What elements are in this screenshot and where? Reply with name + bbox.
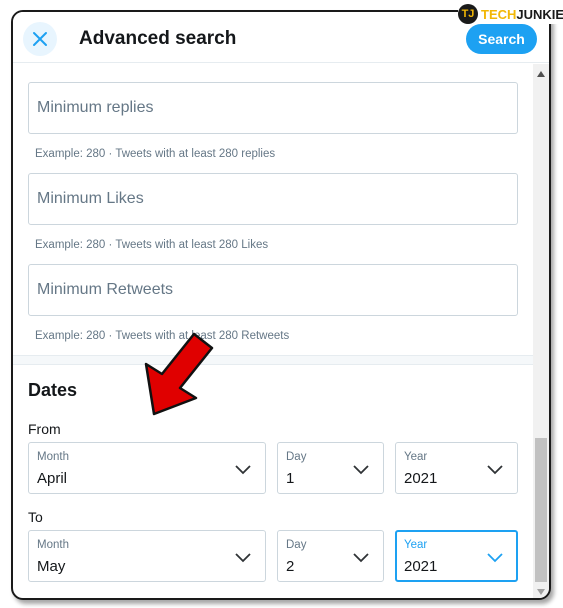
scroll-down-arrow-icon[interactable] xyxy=(533,586,549,598)
to-year-value: 2021 xyxy=(404,558,438,575)
from-day-value: 1 xyxy=(286,470,295,487)
logo-text-junkie: JUNKIE xyxy=(516,6,563,22)
from-year-select[interactable]: Year 2021 xyxy=(395,442,518,494)
chevron-down-icon xyxy=(353,553,369,563)
to-day-select[interactable]: Day 2 xyxy=(277,530,384,582)
to-day-value: 2 xyxy=(286,558,295,575)
from-year-value: 2021 xyxy=(404,470,438,487)
chevron-down-icon xyxy=(235,465,251,475)
min-retweets-input[interactable]: Minimum Retweets xyxy=(28,264,518,316)
dialog-content: Minimum replies Example: 280 · Tweets wi… xyxy=(13,64,533,598)
to-month-select[interactable]: Month May xyxy=(28,530,266,582)
to-label: To xyxy=(28,509,43,525)
from-day-select[interactable]: Day 1 xyxy=(277,442,384,494)
chevron-down-icon xyxy=(487,465,503,475)
to-year-select[interactable]: Year 2021 xyxy=(395,530,518,582)
from-month-label: Month xyxy=(37,451,69,463)
to-month-value: May xyxy=(37,558,66,575)
to-month-label: Month xyxy=(37,539,69,551)
chevron-down-icon xyxy=(235,553,251,563)
scrollbar-thumb[interactable] xyxy=(535,438,547,582)
from-year-label: Year xyxy=(404,451,428,463)
chevron-down-icon xyxy=(353,465,369,475)
advanced-search-dialog: Advanced search Search Minimum replies E… xyxy=(11,10,551,600)
logo-text-tech: TECH xyxy=(481,6,517,22)
dialog-title: Advanced search xyxy=(79,28,237,49)
min-replies-hint: Example: 280 · Tweets with at least 280 … xyxy=(35,148,276,160)
dates-section-title: Dates xyxy=(28,380,78,400)
close-icon xyxy=(33,32,47,46)
search-button[interactable]: Search xyxy=(466,24,537,54)
section-divider xyxy=(13,355,533,365)
close-button[interactable] xyxy=(23,22,57,56)
red-arrow-annotation-icon xyxy=(144,332,214,416)
from-month-value: April xyxy=(37,470,68,487)
min-likes-hint: Example: 280 · Tweets with at least 280 … xyxy=(35,239,269,251)
vertical-scrollbar[interactable] xyxy=(533,64,549,598)
to-year-label: Year xyxy=(404,539,428,551)
techjunkie-logo-mark: TJ xyxy=(458,4,478,24)
min-replies-input[interactable]: Minimum replies xyxy=(28,82,518,134)
min-likes-input[interactable]: Minimum Likes xyxy=(28,173,518,225)
techjunkie-logo: TJ TECH JUNKIE xyxy=(458,4,563,24)
scroll-up-arrow-icon[interactable] xyxy=(533,68,549,80)
to-day-label: Day xyxy=(286,539,307,551)
from-day-label: Day xyxy=(286,451,307,463)
chevron-down-icon xyxy=(487,553,503,563)
from-month-select[interactable]: Month April xyxy=(28,442,266,494)
from-label: From xyxy=(28,421,61,437)
